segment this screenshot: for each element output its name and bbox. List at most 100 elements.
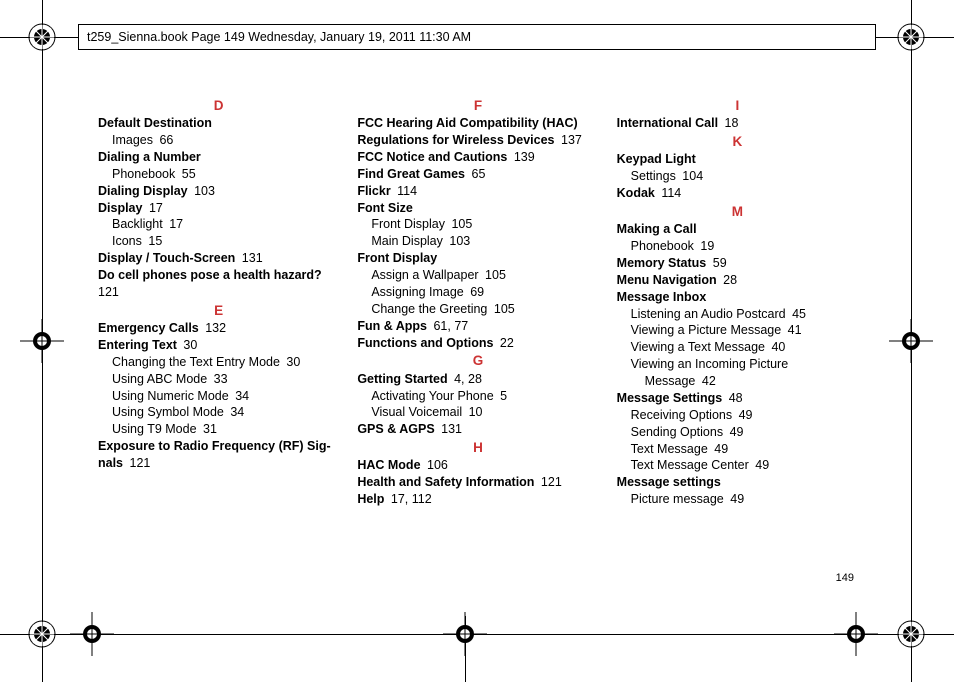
reg-bot-left: [26, 618, 58, 650]
index-subentry: Phonebook 55: [98, 166, 339, 183]
section-letter: H: [357, 439, 598, 457]
cross-bl: [70, 612, 114, 656]
page-ref: 48: [725, 391, 742, 405]
index-entry: Emergency Calls 132: [98, 320, 339, 337]
page-ref: 132: [202, 321, 226, 335]
page-ref: 31: [200, 422, 217, 436]
page-ref: 40: [768, 340, 785, 354]
page-ref: 49: [726, 425, 743, 439]
index-subentry: Backlight 17: [98, 216, 339, 233]
page-ref: 137: [558, 133, 582, 147]
section-letter: K: [617, 133, 858, 151]
page-ref: 34: [227, 405, 244, 419]
page-ref: 30: [180, 338, 197, 352]
index-entry: Dialing Display 103: [98, 183, 339, 200]
page-ref: 105: [448, 217, 472, 231]
index-subentry: Text Message Center 49: [617, 457, 858, 474]
page-ref: 49: [711, 442, 728, 456]
page-ref: 49: [752, 458, 769, 472]
page-ref: 34: [232, 389, 249, 403]
page-ref: 66: [156, 133, 173, 147]
index-entry: Display / Touch-Screen 131: [98, 250, 339, 267]
page-ref: 22: [496, 336, 513, 350]
index-entry: Default Destination: [98, 115, 339, 132]
section-letter: I: [617, 97, 858, 115]
index-entry: HAC Mode 106: [357, 457, 598, 474]
page-ref: 65: [468, 167, 485, 181]
page-ref: 5: [497, 389, 507, 403]
index-entry: Functions and Options 22: [357, 335, 598, 352]
index-subentry: Receiving Options 49: [617, 407, 858, 424]
index-subentry: Sending Options 49: [617, 424, 858, 441]
index-entry: Help 17, 112: [357, 491, 598, 508]
index-entry: Dialing a Number: [98, 149, 339, 166]
reg-top-left: [26, 21, 58, 53]
header-info: t259_Sienna.book Page 149 Wednesday, Jan…: [78, 24, 876, 50]
index-entry: Getting Started 4, 28: [357, 371, 598, 388]
index-entry: Find Great Games 65: [357, 166, 598, 183]
index-entry: GPS & AGPS 131: [357, 421, 598, 438]
section-letter: F: [357, 97, 598, 115]
page-ref: 104: [679, 169, 703, 183]
page-ref: 10: [465, 405, 482, 419]
index-subentry: Front Display 105: [357, 216, 598, 233]
page-number: 149: [836, 572, 854, 584]
index-content: DDefault DestinationImages 66Dialing a N…: [98, 96, 858, 508]
section-letter: D: [98, 97, 339, 115]
section-letter: M: [617, 203, 858, 221]
index-subentry: Main Display 103: [357, 233, 598, 250]
index-entry: nals 121: [98, 455, 339, 472]
index-col-3: IInternational Call 18KKeypad LightSetti…: [617, 96, 858, 508]
page-ref: 49: [727, 492, 744, 506]
page-ref: 18: [721, 116, 738, 130]
page-ref: 4, 28: [451, 372, 482, 386]
page-ref: 139: [510, 150, 534, 164]
index-entry: FCC Notice and Cautions 139: [357, 149, 598, 166]
page-ref: 55: [178, 167, 195, 181]
index-subentry: Icons 15: [98, 233, 339, 250]
page-ref: 121: [537, 475, 561, 489]
index-entry-cont: 121: [98, 284, 339, 301]
page-ref: 114: [394, 184, 417, 198]
index-subentry: Using ABC Mode 33: [98, 371, 339, 388]
index-entry: Message settings: [617, 474, 858, 491]
index-col-1: DDefault DestinationImages 66Dialing a N…: [98, 96, 339, 508]
cross-right: [889, 319, 933, 363]
index-entry: Do cell phones pose a health hazard?: [98, 267, 339, 284]
page-ref: 17, 112: [387, 492, 431, 506]
cross-left: [20, 319, 64, 363]
page-ref: 42: [698, 374, 715, 388]
page-ref: 121: [126, 456, 150, 470]
page-ref: 41: [784, 323, 801, 337]
index-subentry: Using Symbol Mode 34: [98, 404, 339, 421]
index-subentry: Images 66: [98, 132, 339, 149]
cross-bc: [443, 612, 487, 656]
index-subentry: Listening an Audio Postcard 45: [617, 306, 858, 323]
page-ref: 105: [490, 302, 514, 316]
index-entry: Health and Safety Information 121: [357, 474, 598, 491]
index-subentry: Change the Greeting 105: [357, 301, 598, 318]
index-entry: Menu Navigation 28: [617, 272, 858, 289]
page-ref: 17: [166, 217, 183, 231]
page-ref: 131: [238, 251, 262, 265]
page-ref: 59: [709, 256, 726, 270]
section-letter: G: [357, 352, 598, 370]
page-ref: 28: [720, 273, 737, 287]
index-subentry: Changing the Text Entry Mode 30: [98, 354, 339, 371]
index-entry: Flickr 114: [357, 183, 598, 200]
index-entry: Message Inbox: [617, 289, 858, 306]
index-entry: Entering Text 30: [98, 337, 339, 354]
page-ref: 105: [482, 268, 506, 282]
index-subentry: Using T9 Mode 31: [98, 421, 339, 438]
index-subentry: Picture message 49: [617, 491, 858, 508]
reg-bot-right: [895, 618, 927, 650]
index-entry: Display 17: [98, 200, 339, 217]
index-subentry: Viewing a Picture Message 41: [617, 322, 858, 339]
reg-top-right: [895, 21, 927, 53]
index-subentry: Assigning Image 69: [357, 284, 598, 301]
index-col-2: FFCC Hearing Aid Compatibility (HAC)Regu…: [357, 96, 598, 508]
index-entry: Memory Status 59: [617, 255, 858, 272]
index-entry: Regulations for Wireless Devices 137: [357, 132, 598, 149]
page-ref: 131: [438, 422, 462, 436]
index-subentry: Text Message 49: [617, 441, 858, 458]
